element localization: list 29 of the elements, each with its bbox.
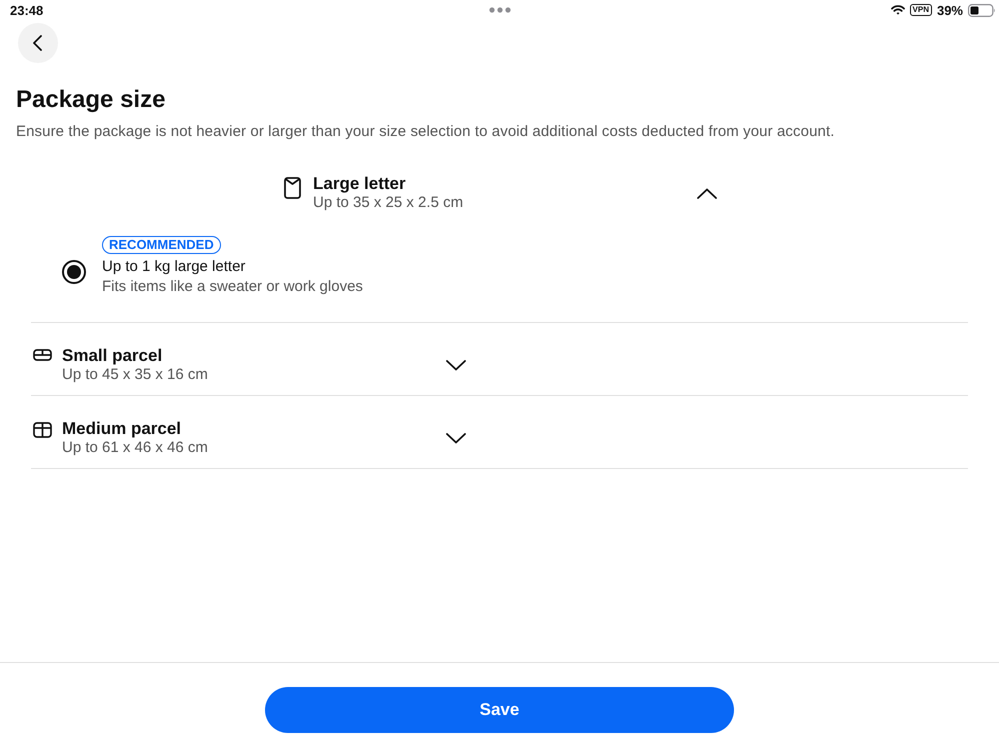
recommended-badge: RECOMMENDED: [102, 236, 221, 254]
battery-percent: 39%: [936, 2, 963, 18]
box-icon: [33, 349, 52, 361]
size-category-name: Small parcel: [62, 346, 162, 366]
envelope-icon: [284, 177, 301, 199]
size-category-header[interactable]: Large letter Up to 35 x 25 x 2.5 cm: [282, 174, 717, 223]
chevron-up-icon[interactable]: [697, 188, 717, 198]
size-dimensions: Up to 61 x 46 x 46 cm: [62, 439, 208, 457]
size-dimensions: Up to 45 x 35 x 16 cm: [62, 366, 208, 384]
radio-button[interactable]: [62, 260, 86, 284]
back-button[interactable]: [18, 23, 58, 63]
status-time: 23:48: [10, 2, 44, 18]
page-title: Package size: [16, 85, 166, 115]
option-title: Up to 1 kg large letter: [102, 257, 246, 277]
save-button[interactable]: Save: [265, 687, 734, 733]
size-category-header[interactable]: Small parcel Up to 45 x 35 x 16 cm: [31, 323, 466, 395]
battery-icon: [968, 4, 996, 16]
size-category-name: Large letter: [313, 174, 406, 194]
chevron-down-icon[interactable]: [446, 432, 466, 444]
size-category-name: Medium parcel: [62, 419, 182, 439]
wifi-icon: [890, 5, 905, 15]
page-description: Ensure the package is not heavier or larger than your size selection to avoid additional costs deducted from your account.: [16, 122, 836, 142]
size-dimensions: Up to 35 x 25 x 2.5 cm: [313, 194, 464, 212]
option-description: Fits items like a sweater or work gloves: [102, 277, 363, 297]
more-dots-icon: [489, 7, 511, 13]
size-category-header[interactable]: Medium parcel Up to 61 x 46 x 46 cm: [31, 396, 466, 468]
box-icon: [33, 422, 52, 438]
chevron-down-icon[interactable]: [446, 360, 466, 370]
vpn-badge: VPN: [910, 4, 932, 16]
